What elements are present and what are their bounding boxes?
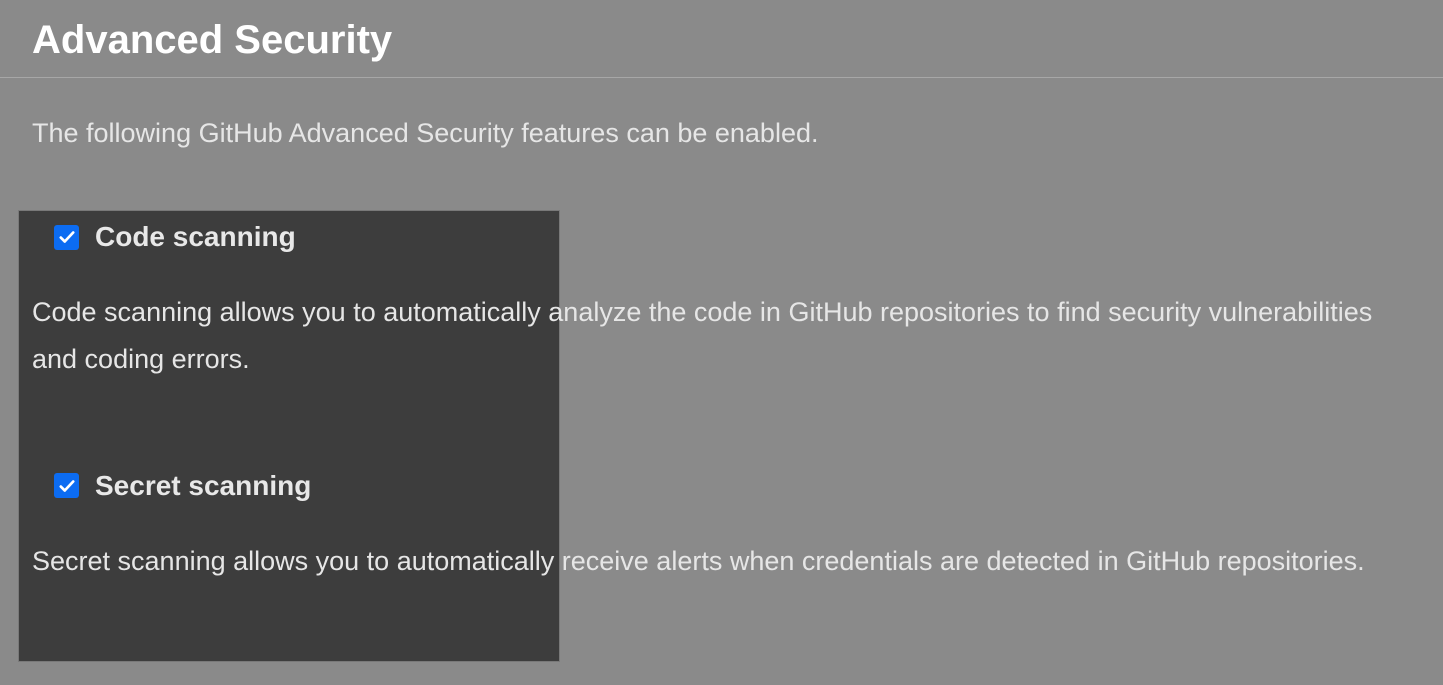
page-title: Advanced Security (0, 0, 1443, 78)
secret-scanning-description: Secret scanning allows you to automatica… (32, 502, 1411, 585)
feature-header: Secret scanning (32, 470, 1411, 502)
code-scanning-checkbox[interactable] (54, 225, 79, 250)
secret-scanning-label: Secret scanning (95, 470, 311, 502)
check-icon (58, 477, 76, 495)
code-scanning-description: Code scanning allows you to automaticall… (32, 253, 1411, 384)
intro-text: The following GitHub Advanced Security f… (0, 78, 1443, 149)
feature-secret-scanning: Secret scanning Secret scanning allows y… (0, 470, 1443, 585)
check-icon (58, 228, 76, 246)
feature-code-scanning: Code scanning Code scanning allows you t… (0, 221, 1443, 384)
feature-header: Code scanning (32, 221, 1411, 253)
secret-scanning-checkbox[interactable] (54, 473, 79, 498)
code-scanning-label: Code scanning (95, 221, 296, 253)
